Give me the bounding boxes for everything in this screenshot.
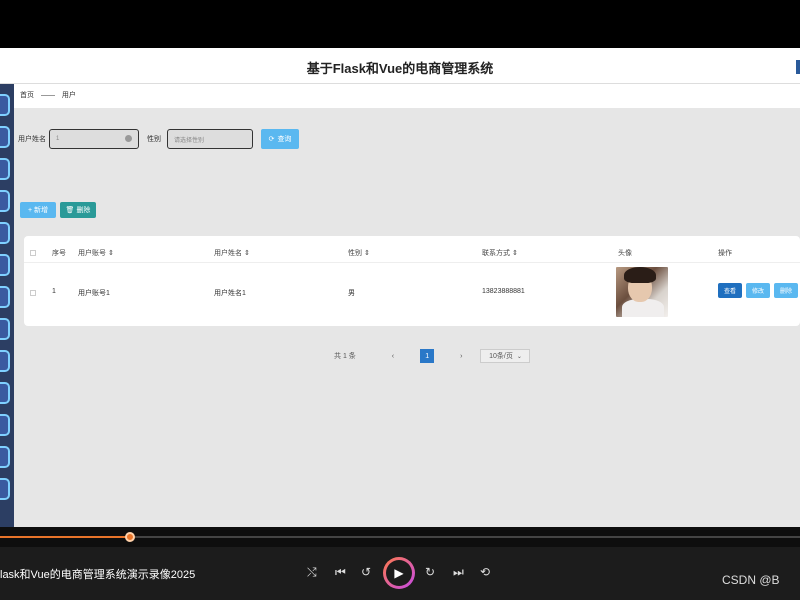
forward-icon[interactable]: ↻	[425, 565, 435, 579]
sidebar-item-4[interactable]	[0, 190, 10, 212]
progress-fill	[0, 536, 130, 538]
header-divider	[24, 262, 800, 263]
delete-button[interactable]: 🗑 删除	[60, 202, 96, 218]
delete-button-label: 删除	[76, 207, 91, 214]
sort-icon[interactable]: ⇕	[244, 250, 250, 257]
sidebar-item-1[interactable]	[0, 94, 10, 116]
app-title: 基于Flask和Vue的电商管理系统	[306, 61, 494, 76]
sidebar-item-12[interactable]	[0, 446, 10, 468]
sidebar-item-10[interactable]	[0, 382, 10, 404]
col-header-avatar: 头像	[618, 250, 632, 257]
sort-icon[interactable]: ⇕	[108, 250, 114, 257]
cell-name: 用户姓名1	[214, 290, 246, 297]
sidebar	[0, 84, 14, 527]
action-bar: + 新增 🗑 删除	[20, 202, 96, 218]
plus-icon: +	[27, 206, 33, 214]
col-header-name[interactable]: 用户姓名 ⇕	[214, 248, 250, 258]
username-input[interactable]: 1	[49, 129, 139, 149]
cell-gender: 男	[348, 290, 355, 297]
cell-account: 用户账号1	[78, 290, 110, 297]
search-form: 用户姓名 1 性别 请选择性别 ⟳ 查询	[18, 128, 299, 150]
sort-icon[interactable]: ⇕	[512, 250, 518, 257]
loop-icon[interactable]: ⟲	[480, 565, 490, 579]
row-delete-button[interactable]: 删除	[774, 283, 798, 298]
clear-icon[interactable]	[125, 135, 132, 142]
progress-knob[interactable]	[124, 532, 135, 542]
video-progress-bar[interactable]	[0, 527, 800, 547]
play-icon: ▶	[386, 560, 412, 586]
breadcrumb-home[interactable]: 首页	[20, 92, 34, 99]
cell-index: 1	[52, 288, 56, 295]
view-button[interactable]: 查看	[718, 283, 742, 298]
sidebar-item-5[interactable]	[0, 222, 10, 244]
breadcrumb: 首页 用户	[14, 84, 800, 108]
gender-label: 性别	[147, 136, 161, 143]
search-icon: ⟳	[268, 136, 275, 143]
sidebar-item-11[interactable]	[0, 414, 10, 436]
cell-phone: 13823888881	[482, 288, 525, 295]
col-header-account[interactable]: 用户账号 ⇕	[78, 248, 114, 258]
pagination: 共 1 条 ‹ 1 › 10条/页 ⌄	[334, 348, 531, 364]
query-button[interactable]: ⟳ 查询	[261, 129, 299, 149]
trash-icon: 🗑	[65, 207, 75, 214]
app-window: 基于Flask和Vue的电商管理系统 首页 用户 用户姓名 1 性别 请选择性别…	[0, 48, 800, 527]
page-size-select[interactable]: 10条/页 ⌄	[480, 349, 531, 363]
sidebar-item-3[interactable]	[0, 158, 10, 180]
query-button-label: 查询	[277, 136, 292, 143]
player-controls: lask和Vue的电商管理系统演示录像2025 ⤭ ⏮ ↺ ▶ ↻ ⏭ ⟲ CS…	[0, 547, 800, 600]
col-header-gender[interactable]: 性别 ⇕	[348, 248, 370, 258]
video-top-letterbox	[0, 0, 800, 48]
username-label: 用户姓名	[18, 136, 46, 143]
sidebar-item-13[interactable]	[0, 478, 10, 500]
rewind-icon[interactable]: ↺	[361, 565, 371, 579]
avatar-image	[616, 267, 668, 317]
add-button-label: 新增	[34, 207, 49, 214]
next-page-button[interactable]: ›	[460, 353, 462, 360]
select-all-checkbox[interactable]	[30, 250, 36, 256]
prev-page-button[interactable]: ‹	[392, 353, 394, 360]
row-checkbox[interactable]	[30, 290, 36, 296]
chevron-down-icon: ⌄	[516, 353, 522, 360]
header-user-icon[interactable]	[796, 60, 800, 74]
username-input-value: 1	[56, 136, 60, 142]
sidebar-item-9[interactable]	[0, 350, 10, 372]
next-icon[interactable]: ⏭	[453, 565, 464, 580]
video-title: lask和Vue的电商管理系统演示录像2025	[0, 569, 196, 581]
col-header-phone[interactable]: 联系方式 ⇕	[482, 248, 518, 258]
app-header: 基于Flask和Vue的电商管理系统	[0, 48, 800, 84]
main-content: 首页 用户 用户姓名 1 性别 请选择性别 ⟳ 查询 + 新增 🗑 删除 序号 …	[14, 84, 800, 527]
col-header-actions: 操作	[718, 250, 732, 257]
sidebar-item-8[interactable]	[0, 318, 10, 340]
col-header-index: 序号	[52, 250, 66, 257]
gender-select[interactable]: 请选择性别	[167, 129, 253, 149]
play-button[interactable]: ▶	[383, 557, 415, 589]
page-1-button[interactable]: 1	[420, 349, 435, 363]
sort-icon[interactable]: ⇕	[364, 250, 370, 257]
pagination-total: 共 1 条	[334, 353, 356, 360]
breadcrumb-current: 用户	[61, 92, 76, 99]
shuffle-icon[interactable]: ⤭	[307, 565, 317, 580]
sidebar-item-7[interactable]	[0, 286, 10, 308]
watermark: CSDN @B	[722, 573, 780, 587]
gender-placeholder: 请选择性别	[174, 137, 205, 144]
add-button[interactable]: + 新增	[20, 202, 56, 218]
previous-icon[interactable]: ⏮	[335, 565, 346, 580]
breadcrumb-separator	[40, 94, 55, 96]
sidebar-item-6[interactable]	[0, 254, 10, 276]
edit-button[interactable]: 修改	[746, 283, 770, 298]
sidebar-item-2[interactable]	[0, 126, 10, 148]
user-table: 序号 用户账号 ⇕ 用户姓名 ⇕ 性别 ⇕ 联系方式 ⇕ 头像 操作 1 用户账…	[24, 236, 800, 326]
